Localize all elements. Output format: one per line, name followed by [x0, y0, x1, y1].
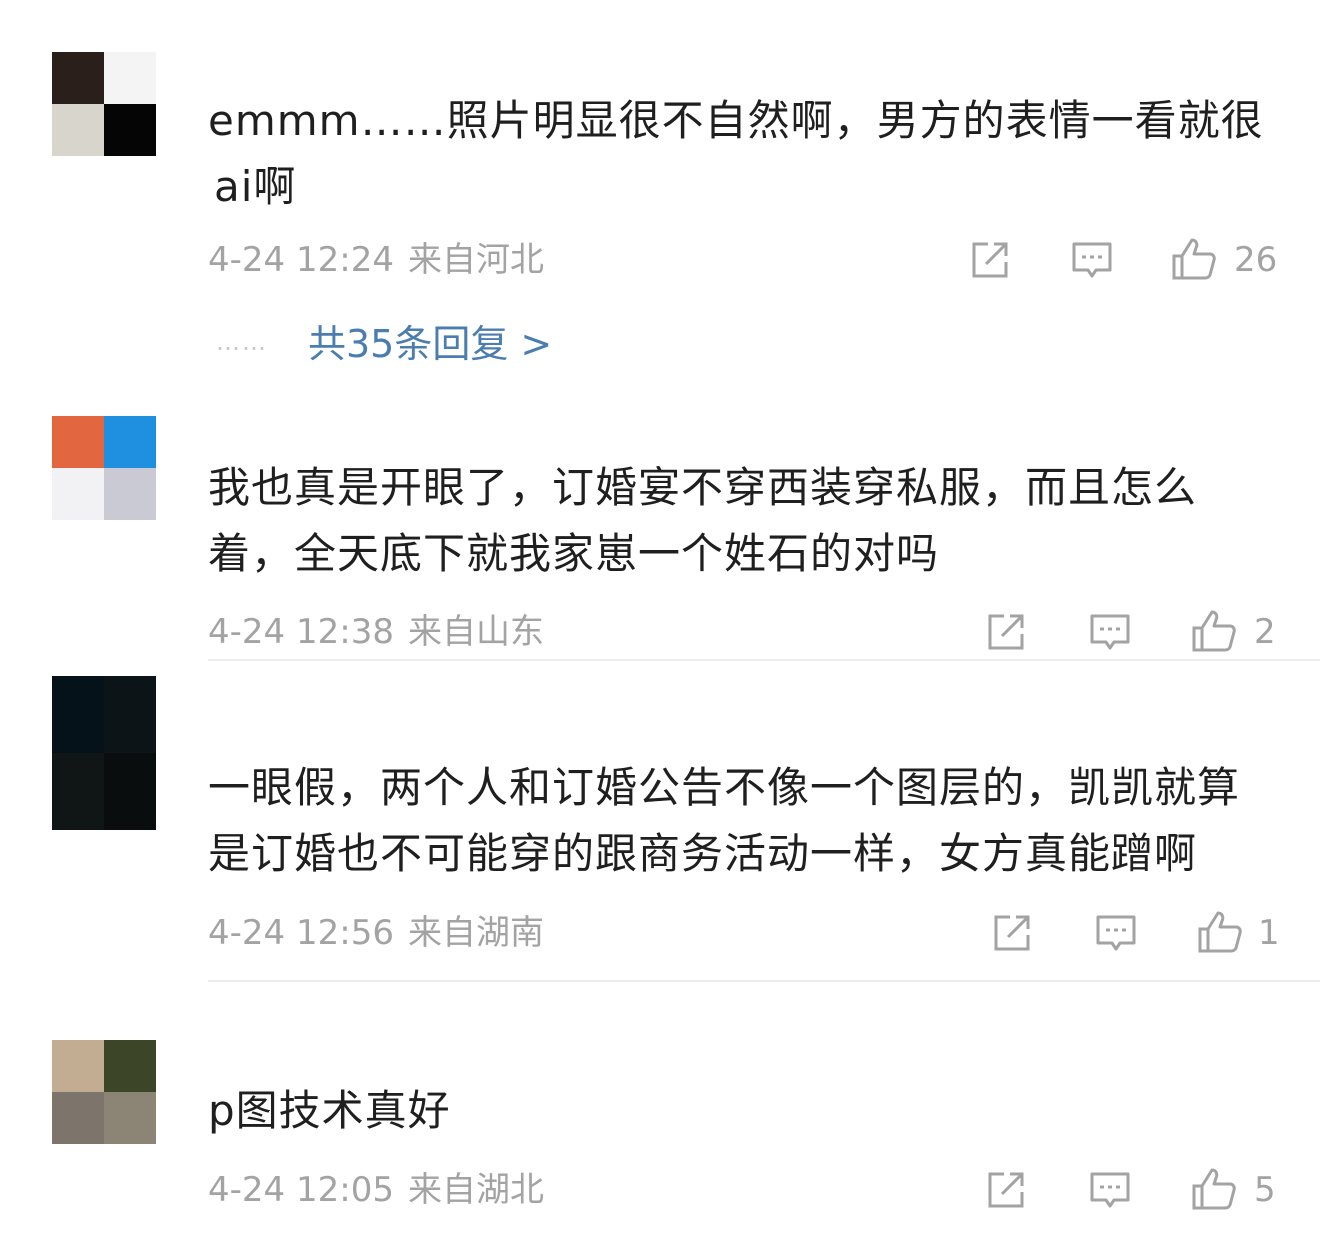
avatar-tile	[52, 416, 104, 468]
avatar-tile	[52, 753, 104, 830]
comment-icon	[1090, 1172, 1130, 1208]
share-icon	[988, 614, 1024, 650]
avatar[interactable]	[52, 416, 156, 520]
comment-location: 来自山东	[407, 612, 544, 652]
like-button[interactable]	[1190, 608, 1238, 652]
avatar-tile	[104, 676, 156, 753]
share-button[interactable]	[984, 610, 1028, 654]
avatar-tile	[52, 1040, 104, 1092]
comment-button[interactable]	[1094, 911, 1138, 955]
avatar-tile	[104, 753, 156, 830]
like-button[interactable]	[1190, 1166, 1238, 1210]
comment-text-line: ai啊	[214, 162, 297, 211]
avatar[interactable]	[52, 676, 156, 830]
avatar-tile	[52, 104, 104, 156]
avatar-tile	[104, 1040, 156, 1092]
comment-text: emmm……照片明显很不自然啊，男方的表情一看就很 ai啊	[208, 88, 1283, 220]
comment-icon	[1090, 614, 1130, 650]
comment-text-line: emmm……照片明显很不自然啊，男方的表情一看就很	[208, 96, 1264, 145]
comment-location: 来自湖南	[407, 913, 544, 953]
share-button[interactable]	[968, 238, 1012, 282]
comment-button[interactable]	[1070, 238, 1114, 282]
share-icon	[972, 242, 1008, 278]
like-count: 26	[1234, 240, 1278, 280]
share-button[interactable]	[990, 911, 1034, 955]
thumbs-up-icon	[1172, 238, 1216, 280]
like-count: 5	[1254, 1170, 1276, 1210]
avatar[interactable]	[52, 52, 156, 156]
comment-button[interactable]	[1088, 610, 1132, 654]
avatar-tile	[104, 1092, 156, 1144]
avatar-tile	[52, 676, 104, 753]
divider	[208, 980, 1320, 982]
avatar-tile	[104, 416, 156, 468]
comment-meta: 4-24 12:05 来自湖北	[208, 1170, 544, 1210]
comment-date: 4-24 12:56	[208, 913, 394, 953]
replies-label: 共35条回复 >	[308, 322, 553, 366]
comment-button[interactable]	[1088, 1168, 1132, 1212]
comment-text-line: 我也真是开眼了，订婚宴不穿西装穿私服，而且怎么	[208, 463, 1198, 512]
comment-location: 来自河北	[407, 240, 544, 280]
comment-icon	[1072, 242, 1112, 278]
replies-dots: ……	[216, 328, 268, 356]
comment-text: p图技术真好	[208, 1078, 1283, 1144]
comment-meta: 4-24 12:56 来自湖南	[208, 913, 544, 953]
avatar-tile	[52, 1092, 104, 1144]
comment-text-line: 一眼假，两个人和订婚公告不像一个图层的，凯凯就算	[208, 763, 1241, 812]
comment-text-line: p图技术真好	[208, 1086, 451, 1135]
avatar[interactable]	[52, 1040, 156, 1144]
avatar-tile	[104, 468, 156, 520]
share-icon	[988, 1172, 1024, 1208]
share-icon	[994, 915, 1030, 951]
comment-date: 4-24 12:38	[208, 612, 394, 652]
like-button[interactable]	[1170, 236, 1218, 280]
comment-meta: 4-24 12:24 来自河北	[208, 240, 544, 280]
thumbs-up-icon	[1198, 911, 1242, 953]
comment-icon	[1096, 915, 1136, 951]
share-button[interactable]	[984, 1168, 1028, 1212]
comment-date: 4-24 12:05	[208, 1170, 394, 1210]
comment-text: 一眼假，两个人和订婚公告不像一个图层的，凯凯就算 是订婚也不可能穿的跟商务活动一…	[208, 755, 1283, 887]
like-count: 2	[1254, 612, 1276, 652]
comment-text-line: 着，全天底下就我家崽一个姓石的对吗	[208, 529, 940, 578]
thumbs-up-icon	[1192, 1168, 1236, 1210]
comment-date: 4-24 12:24	[208, 240, 394, 280]
avatar-tile	[104, 52, 156, 104]
avatar-tile	[104, 104, 156, 156]
avatar-tile	[52, 52, 104, 104]
avatar-tile	[52, 468, 104, 520]
thumbs-up-icon	[1192, 610, 1236, 652]
comment-location: 来自湖北	[407, 1170, 544, 1210]
comment-text-line: 是订婚也不可能穿的跟商务活动一样，女方真能蹭啊	[208, 829, 1198, 878]
comment-text: 我也真是开眼了，订婚宴不穿西装穿私服，而且怎么 着，全天底下就我家崽一个姓石的对…	[208, 455, 1283, 587]
divider	[208, 659, 1320, 661]
like-count: 1	[1258, 913, 1280, 953]
like-button[interactable]	[1196, 909, 1244, 953]
comment-meta: 4-24 12:38 来自山东	[208, 612, 544, 652]
